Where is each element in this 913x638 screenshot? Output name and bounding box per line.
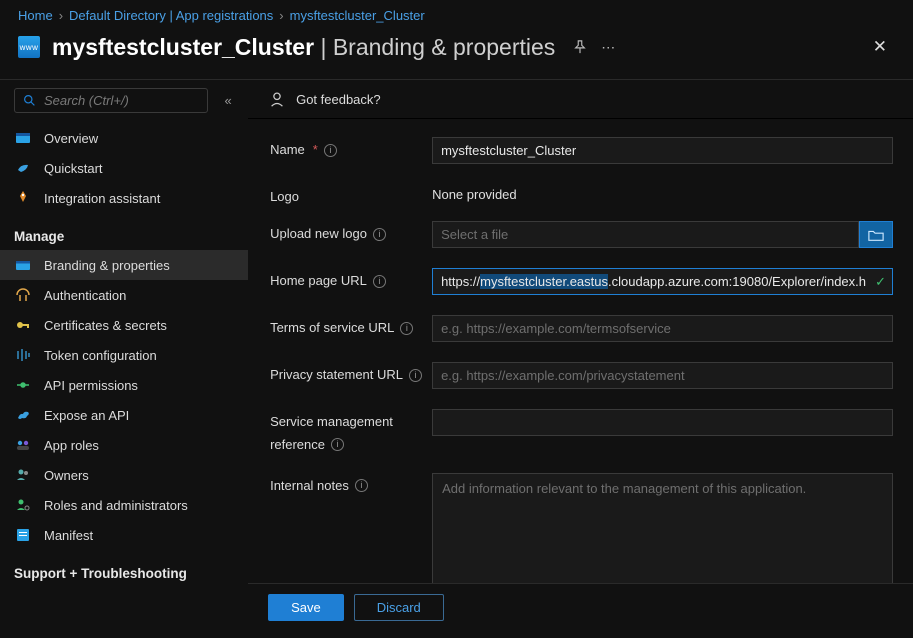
sidebar-heading-manage: Manage [0, 213, 248, 250]
token-icon [14, 347, 32, 363]
content-toolbar: Got feedback? [248, 80, 913, 119]
internal-notes-input[interactable] [432, 473, 893, 583]
service-mgmt-ref-input[interactable] [432, 409, 893, 436]
collapse-sidebar-icon[interactable]: « [214, 93, 242, 108]
owners-icon [14, 467, 32, 483]
sidebar-item-label: App roles [44, 438, 99, 453]
sidebar-item-certificates[interactable]: Certificates & secrets [0, 310, 248, 340]
sidebar-item-label: Expose an API [44, 408, 129, 423]
sidebar-item-label: Overview [44, 131, 98, 146]
more-icon[interactable]: ⋯ [601, 39, 615, 56]
tos-url-input[interactable] [432, 315, 893, 342]
quickstart-icon [14, 160, 32, 176]
save-button[interactable]: Save [268, 594, 344, 621]
sidebar-item-label: Certificates & secrets [44, 318, 167, 333]
authentication-icon [14, 287, 32, 303]
page-header: www mysftestcluster_Cluster | Branding &… [0, 29, 913, 79]
breadcrumb-current[interactable]: mysftestcluster_Cluster [290, 8, 425, 23]
page-title-sub: Branding & properties [333, 34, 555, 60]
expose-api-icon [14, 407, 32, 423]
branding-icon [14, 257, 32, 273]
api-permissions-icon [14, 377, 32, 393]
rocket-icon [14, 190, 32, 206]
tos-url-label: Terms of service URL i [270, 315, 432, 336]
app-registration-icon: www [18, 36, 40, 58]
breadcrumb-sep: › [59, 8, 63, 23]
sidebar-item-quickstart[interactable]: Quickstart [0, 153, 248, 183]
form-area: Name* i Logo None provided Upload new lo… [248, 119, 913, 583]
sidebar-heading-support: Support + Troubleshooting [0, 550, 248, 587]
overview-icon [14, 130, 32, 146]
info-icon[interactable]: i [355, 479, 368, 492]
action-bar: Save Discard [248, 583, 913, 631]
page-title-main: mysftestcluster_Cluster [52, 34, 314, 60]
info-icon[interactable]: i [373, 228, 386, 241]
sidebar-item-label: Quickstart [44, 161, 103, 176]
content-area: Got feedback? Name* i Logo None provided [248, 79, 913, 631]
info-icon[interactable]: i [409, 369, 422, 382]
breadcrumb-home[interactable]: Home [18, 8, 53, 23]
sidebar-item-roles-admins[interactable]: Roles and administrators [0, 490, 248, 520]
sidebar-item-integration-assistant[interactable]: Integration assistant [0, 183, 248, 213]
sidebar-item-authentication[interactable]: Authentication [0, 280, 248, 310]
required-indicator: * [313, 142, 318, 158]
sidebar-item-label: Manifest [44, 528, 93, 543]
sidebar-item-label: Roles and administrators [44, 498, 188, 513]
sidebar-item-expose-api[interactable]: Expose an API [0, 400, 248, 430]
close-icon[interactable]: ✕ [865, 33, 895, 61]
service-mgmt-ref-label: Service management reference i [270, 409, 432, 453]
homepage-url-label: Home page URL i [270, 268, 432, 289]
sidebar-item-label: Integration assistant [44, 191, 160, 206]
info-icon[interactable]: i [400, 322, 413, 335]
sidebar-item-overview[interactable]: Overview [0, 123, 248, 153]
search-input[interactable] [44, 93, 199, 108]
feedback-link[interactable]: Got feedback? [296, 92, 381, 107]
breadcrumb: Home › Default Directory | App registrat… [0, 0, 913, 29]
valid-check-icon: ✓ [875, 274, 886, 290]
sidebar-item-api-permissions[interactable]: API permissions [0, 370, 248, 400]
internal-notes-label: Internal notes i [270, 473, 432, 494]
upload-logo-input[interactable] [432, 221, 859, 248]
roles-admins-icon [14, 497, 32, 513]
sidebar-item-label: Authentication [44, 288, 126, 303]
info-icon[interactable]: i [324, 144, 337, 157]
sidebar: « Overview Quickstart Integration assist… [0, 79, 248, 631]
privacy-url-label: Privacy statement URL i [270, 362, 432, 383]
browse-file-button[interactable] [859, 221, 893, 248]
discard-button[interactable]: Discard [354, 594, 444, 621]
name-input[interactable] [432, 137, 893, 164]
breadcrumb-sep: › [279, 8, 283, 23]
homepage-url-input[interactable]: https://mysftestcluster.eastus.cloudapp.… [432, 268, 893, 295]
privacy-url-input[interactable] [432, 362, 893, 389]
app-roles-icon [14, 437, 32, 453]
upload-logo-label: Upload new logo i [270, 221, 432, 242]
sidebar-item-app-roles[interactable]: App roles [0, 430, 248, 460]
breadcrumb-directory[interactable]: Default Directory | App registrations [69, 8, 273, 23]
sidebar-item-label: Owners [44, 468, 89, 483]
info-icon[interactable]: i [373, 275, 386, 288]
search-icon [23, 94, 36, 107]
name-label: Name* i [270, 137, 432, 158]
info-icon[interactable]: i [331, 438, 344, 451]
manifest-icon [14, 527, 32, 543]
sidebar-item-label: Branding & properties [44, 258, 170, 273]
sidebar-item-token-config[interactable]: Token configuration [0, 340, 248, 370]
logo-value: None provided [432, 184, 517, 202]
search-input-wrap[interactable] [14, 88, 208, 113]
sidebar-item-branding[interactable]: Branding & properties [0, 250, 248, 280]
sidebar-item-label: Token configuration [44, 348, 157, 363]
key-icon [14, 317, 32, 333]
pin-icon[interactable] [573, 40, 587, 54]
feedback-icon[interactable] [268, 90, 286, 108]
sidebar-item-manifest[interactable]: Manifest [0, 520, 248, 550]
sidebar-item-label: API permissions [44, 378, 138, 393]
logo-label: Logo [270, 184, 432, 205]
sidebar-item-owners[interactable]: Owners [0, 460, 248, 490]
page-title: mysftestcluster_Cluster | Branding & pro… [52, 34, 555, 61]
